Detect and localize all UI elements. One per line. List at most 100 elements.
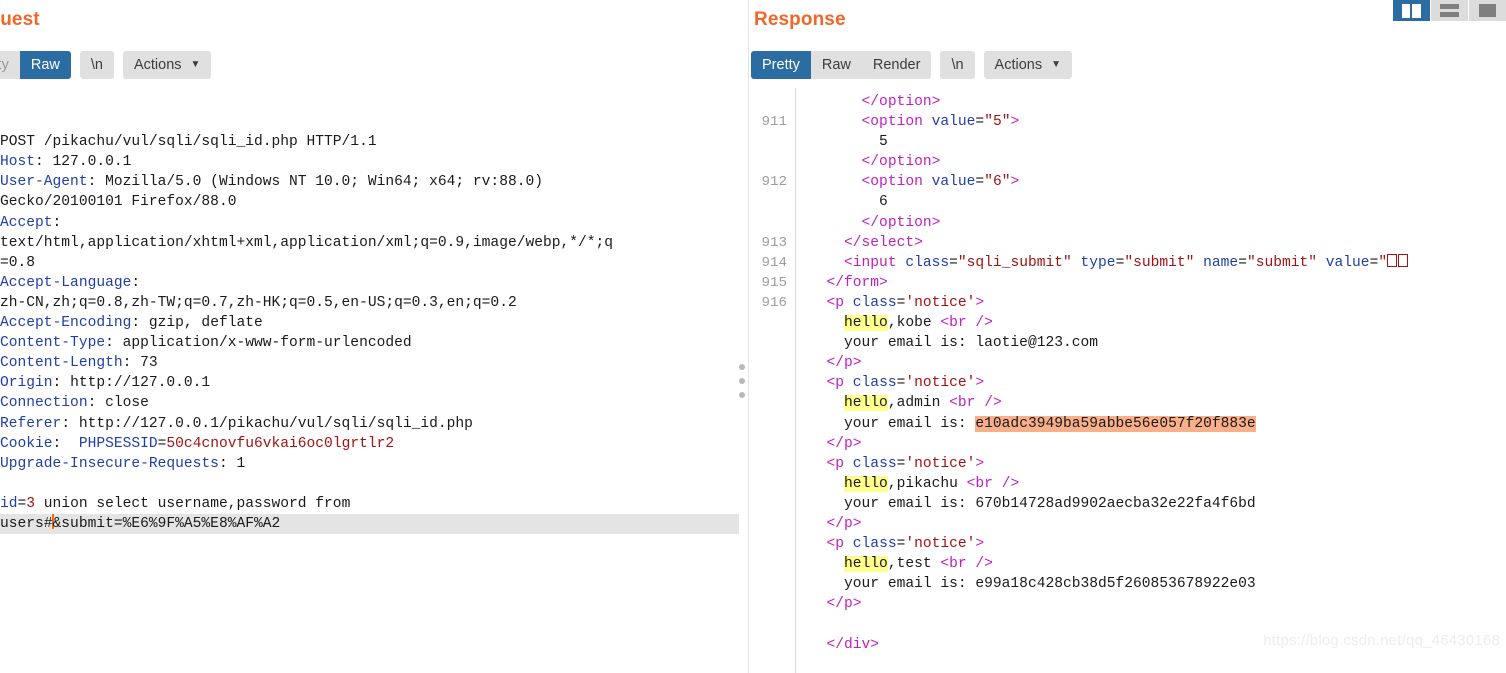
unrenderable-glyph-icon	[1398, 253, 1409, 267]
request-line: Referer: http://127.0.0.1/pikachu/vul/sq…	[0, 415, 473, 432]
line-number: 912	[761, 174, 787, 191]
response-line-text: <option value="6">	[861, 174, 1020, 191]
response-line-text: </p>	[826, 596, 862, 613]
response-line-text: <option value="5">	[861, 114, 1020, 131]
response-line-text: </p>	[826, 435, 862, 452]
request-line: zh-CN,zh;q=0.8,zh-TW;q=0.7,zh-HK;q=0.5,e…	[0, 294, 517, 311]
layout-horizontal-split-button[interactable]	[1431, 0, 1469, 21]
response-line-text: </form>	[826, 274, 888, 291]
response-actions-label: Actions	[994, 57, 1043, 73]
response-line-text: hello,admin <br />	[844, 395, 1002, 412]
csdn-watermark: https://blog.csdn.net/qq_46430168	[1263, 632, 1500, 649]
search-match-highlight: hello	[844, 475, 888, 492]
request-line: =0.8	[0, 254, 36, 271]
response-line: hello,admin <br />	[749, 393, 1506, 413]
burp-repeater-view: Request Pretty Raw \n Actions ▼ POST /pi…	[0, 0, 1506, 673]
response-tab-pretty[interactable]: Pretty	[751, 51, 811, 79]
request-line: Cookie: PHPSESSID=50c4cnovfu6vkai6oc0lgr…	[0, 435, 395, 452]
response-line: hello,test <br />	[749, 554, 1506, 574]
response-line-text: your email is: 670b14728ad9902aecba32e22…	[809, 495, 1256, 512]
request-title: Request	[0, 9, 40, 30]
request-line: Host: 127.0.0.1	[0, 154, 132, 171]
request-header: Request Pretty Raw \n Actions ▼	[0, 0, 745, 88]
request-line: Accept:	[0, 214, 62, 231]
request-newline-toggle[interactable]: \n	[79, 51, 114, 79]
unrenderable-glyph-icon	[1387, 253, 1398, 267]
request-body-current-line: users#&submit=%E6%9F%A5%E8%AF%A2	[0, 513, 739, 535]
line-number: 913	[761, 234, 787, 251]
response-line: hello,kobe <br />	[749, 313, 1506, 333]
search-match-highlight: hello	[844, 315, 888, 332]
response-line: 916 <p class='notice'>	[749, 293, 1506, 313]
response-line-text: </p>	[826, 355, 862, 372]
request-line: Accept-Language:	[0, 274, 141, 291]
request-line: Gecko/20100101 Firefox/88.0	[0, 194, 237, 211]
response-line-text: </p>	[826, 515, 862, 532]
response-line-text: hello,kobe <br />	[844, 315, 993, 332]
response-line-text: </option>	[861, 154, 941, 171]
line-number: 914	[761, 254, 787, 271]
request-toolbar: Pretty Raw \n Actions ▼	[0, 51, 212, 79]
response-line-text: hello,pikachu <br />	[844, 475, 1020, 492]
response-line: </p>	[749, 514, 1506, 534]
search-match-highlight: hello	[844, 556, 888, 573]
request-line: Origin: http://127.0.0.1	[0, 375, 211, 392]
response-editor[interactable]: </option> 911 <option value="5"> 5 </opti…	[749, 88, 1506, 673]
response-line: hello,pikachu <br />	[749, 474, 1506, 494]
horizontal-split-icon	[1440, 4, 1459, 17]
search-match-highlight: hello	[844, 395, 888, 412]
layout-single-pane-button[interactable]	[1469, 0, 1506, 21]
single-pane-icon	[1479, 4, 1496, 17]
line-number: 916	[761, 294, 787, 311]
request-tab-pretty[interactable]: Pretty	[0, 51, 20, 79]
response-line-text: 6	[809, 194, 888, 211]
request-actions-button[interactable]: Actions ▼	[122, 51, 212, 79]
request-line	[0, 474, 745, 494]
request-line: User-Agent: Mozilla/5.0 (Windows NT 10.0…	[0, 174, 543, 191]
line-number: 915	[761, 274, 787, 291]
response-line: your email is: 670b14728ad9902aecba32e22…	[749, 494, 1506, 514]
response-line: </p>	[749, 434, 1506, 454]
vertical-split-icon	[1402, 3, 1421, 18]
response-line-text: </select>	[844, 234, 923, 251]
response-line: your email is: e10adc3949ba59abbe56e057f…	[749, 414, 1506, 434]
response-line: </p>	[749, 353, 1506, 373]
layout-vertical-split-button[interactable]	[1393, 0, 1431, 21]
response-actions-button[interactable]: Actions ▼	[983, 51, 1073, 79]
response-line-text: <p class='notice'>	[826, 455, 985, 472]
response-line: 911 <option value="5">	[749, 112, 1506, 132]
panel-resize-handle[interactable]	[739, 364, 747, 404]
response-line: <p class='notice'>	[749, 534, 1506, 554]
text-caret	[51, 513, 54, 529]
response-line-text: your email is: e99a18c428cb38d5f26085367…	[809, 576, 1256, 593]
response-tab-raw[interactable]: Raw	[810, 51, 862, 79]
response-newline-toggle[interactable]: \n	[940, 51, 975, 79]
request-line: Content-Length: 73	[0, 355, 158, 372]
response-line: 913 </select>	[749, 233, 1506, 253]
response-line: 912 <option value="6">	[749, 172, 1506, 192]
request-line: Upgrade-Insecure-Requests: 1	[0, 455, 246, 472]
chevron-down-icon: ▼	[1051, 59, 1062, 70]
response-line: <p class='notice'>	[749, 373, 1506, 393]
request-line: Accept-Encoding: gzip, deflate	[0, 315, 263, 332]
request-line: text/html,application/xhtml+xml,applicat…	[0, 234, 614, 251]
request-line: Content-Type: application/x-www-form-url…	[0, 335, 412, 352]
response-line: 915 </form>	[749, 273, 1506, 293]
response-line-text: 5	[809, 134, 888, 151]
response-line: your email is: e99a18c428cb38d5f26085367…	[749, 574, 1506, 594]
response-line: </option>	[749, 92, 1506, 112]
request-view-mode-group: Pretty Raw	[0, 51, 71, 79]
response-panel: Response Pretty Raw Render \n Actions ▼ …	[749, 0, 1506, 673]
response-tab-render[interactable]: Render	[861, 51, 932, 79]
request-line: Connection: close	[0, 395, 149, 412]
request-panel: Request Pretty Raw \n Actions ▼ POST /pi…	[0, 0, 745, 673]
response-line-text: hello,test <br />	[844, 556, 993, 573]
selected-match-highlight: e10adc3949ba59abbe56e057f20f883e	[975, 415, 1256, 432]
chevron-down-icon: ▼	[190, 59, 201, 70]
response-line-text: </option>	[861, 94, 941, 110]
request-tab-raw[interactable]: Raw	[19, 51, 71, 79]
request-line: POST /pikachu/vul/sqli/sqli_id.php HTTP/…	[0, 134, 377, 151]
response-view-mode-group: Pretty Raw Render	[751, 51, 932, 79]
request-editor[interactable]: POST /pikachu/vul/sqli/sqli_id.php HTTP/…	[0, 88, 745, 673]
request-actions-label: Actions	[133, 57, 182, 73]
